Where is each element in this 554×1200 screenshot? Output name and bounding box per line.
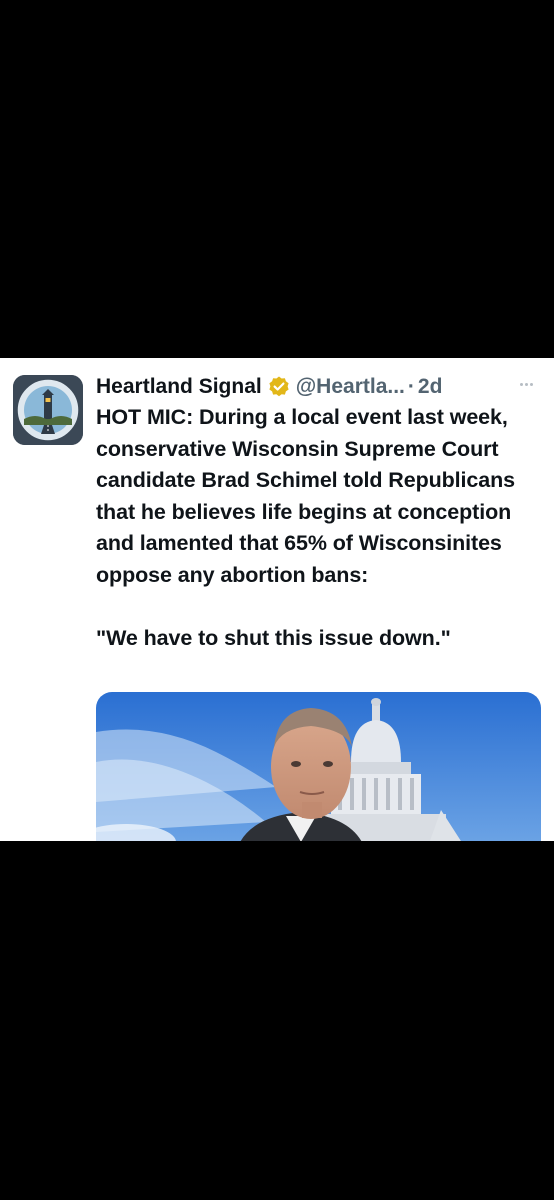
tweet-body-paragraph: HOT MIC: During a local event last week,…: [96, 405, 516, 587]
tweet-body-quote: "We have to shut this issue down.": [96, 626, 451, 651]
tweet-text: HOT MIC: During a local event last week,…: [96, 402, 536, 655]
more-horizontal-icon: [519, 382, 523, 386]
tweet-card[interactable]: Heartland Signal @Heartla... · 2d HOT MI…: [0, 358, 554, 841]
tweet-timestamp[interactable]: 2d: [418, 373, 443, 401]
tweet-media-image[interactable]: [96, 692, 541, 841]
more-dot: [524, 382, 528, 386]
heartland-signal-logo-icon: [13, 375, 83, 445]
header-separator: ·: [407, 375, 415, 398]
verified-badge-icon: [267, 375, 291, 399]
author-name[interactable]: Heartland Signal: [96, 373, 262, 401]
man-in-front-of-capitol-photo: [96, 692, 541, 841]
letterbox-bottom: [0, 841, 554, 1200]
more-dot: [529, 382, 533, 386]
author-handle[interactable]: @Heartla...: [296, 373, 405, 401]
avatar[interactable]: [13, 375, 83, 445]
tweet-header: Heartland Signal @Heartla... · 2d: [96, 372, 546, 402]
more-options-button[interactable]: [514, 372, 538, 396]
letterbox-top: [0, 0, 554, 358]
